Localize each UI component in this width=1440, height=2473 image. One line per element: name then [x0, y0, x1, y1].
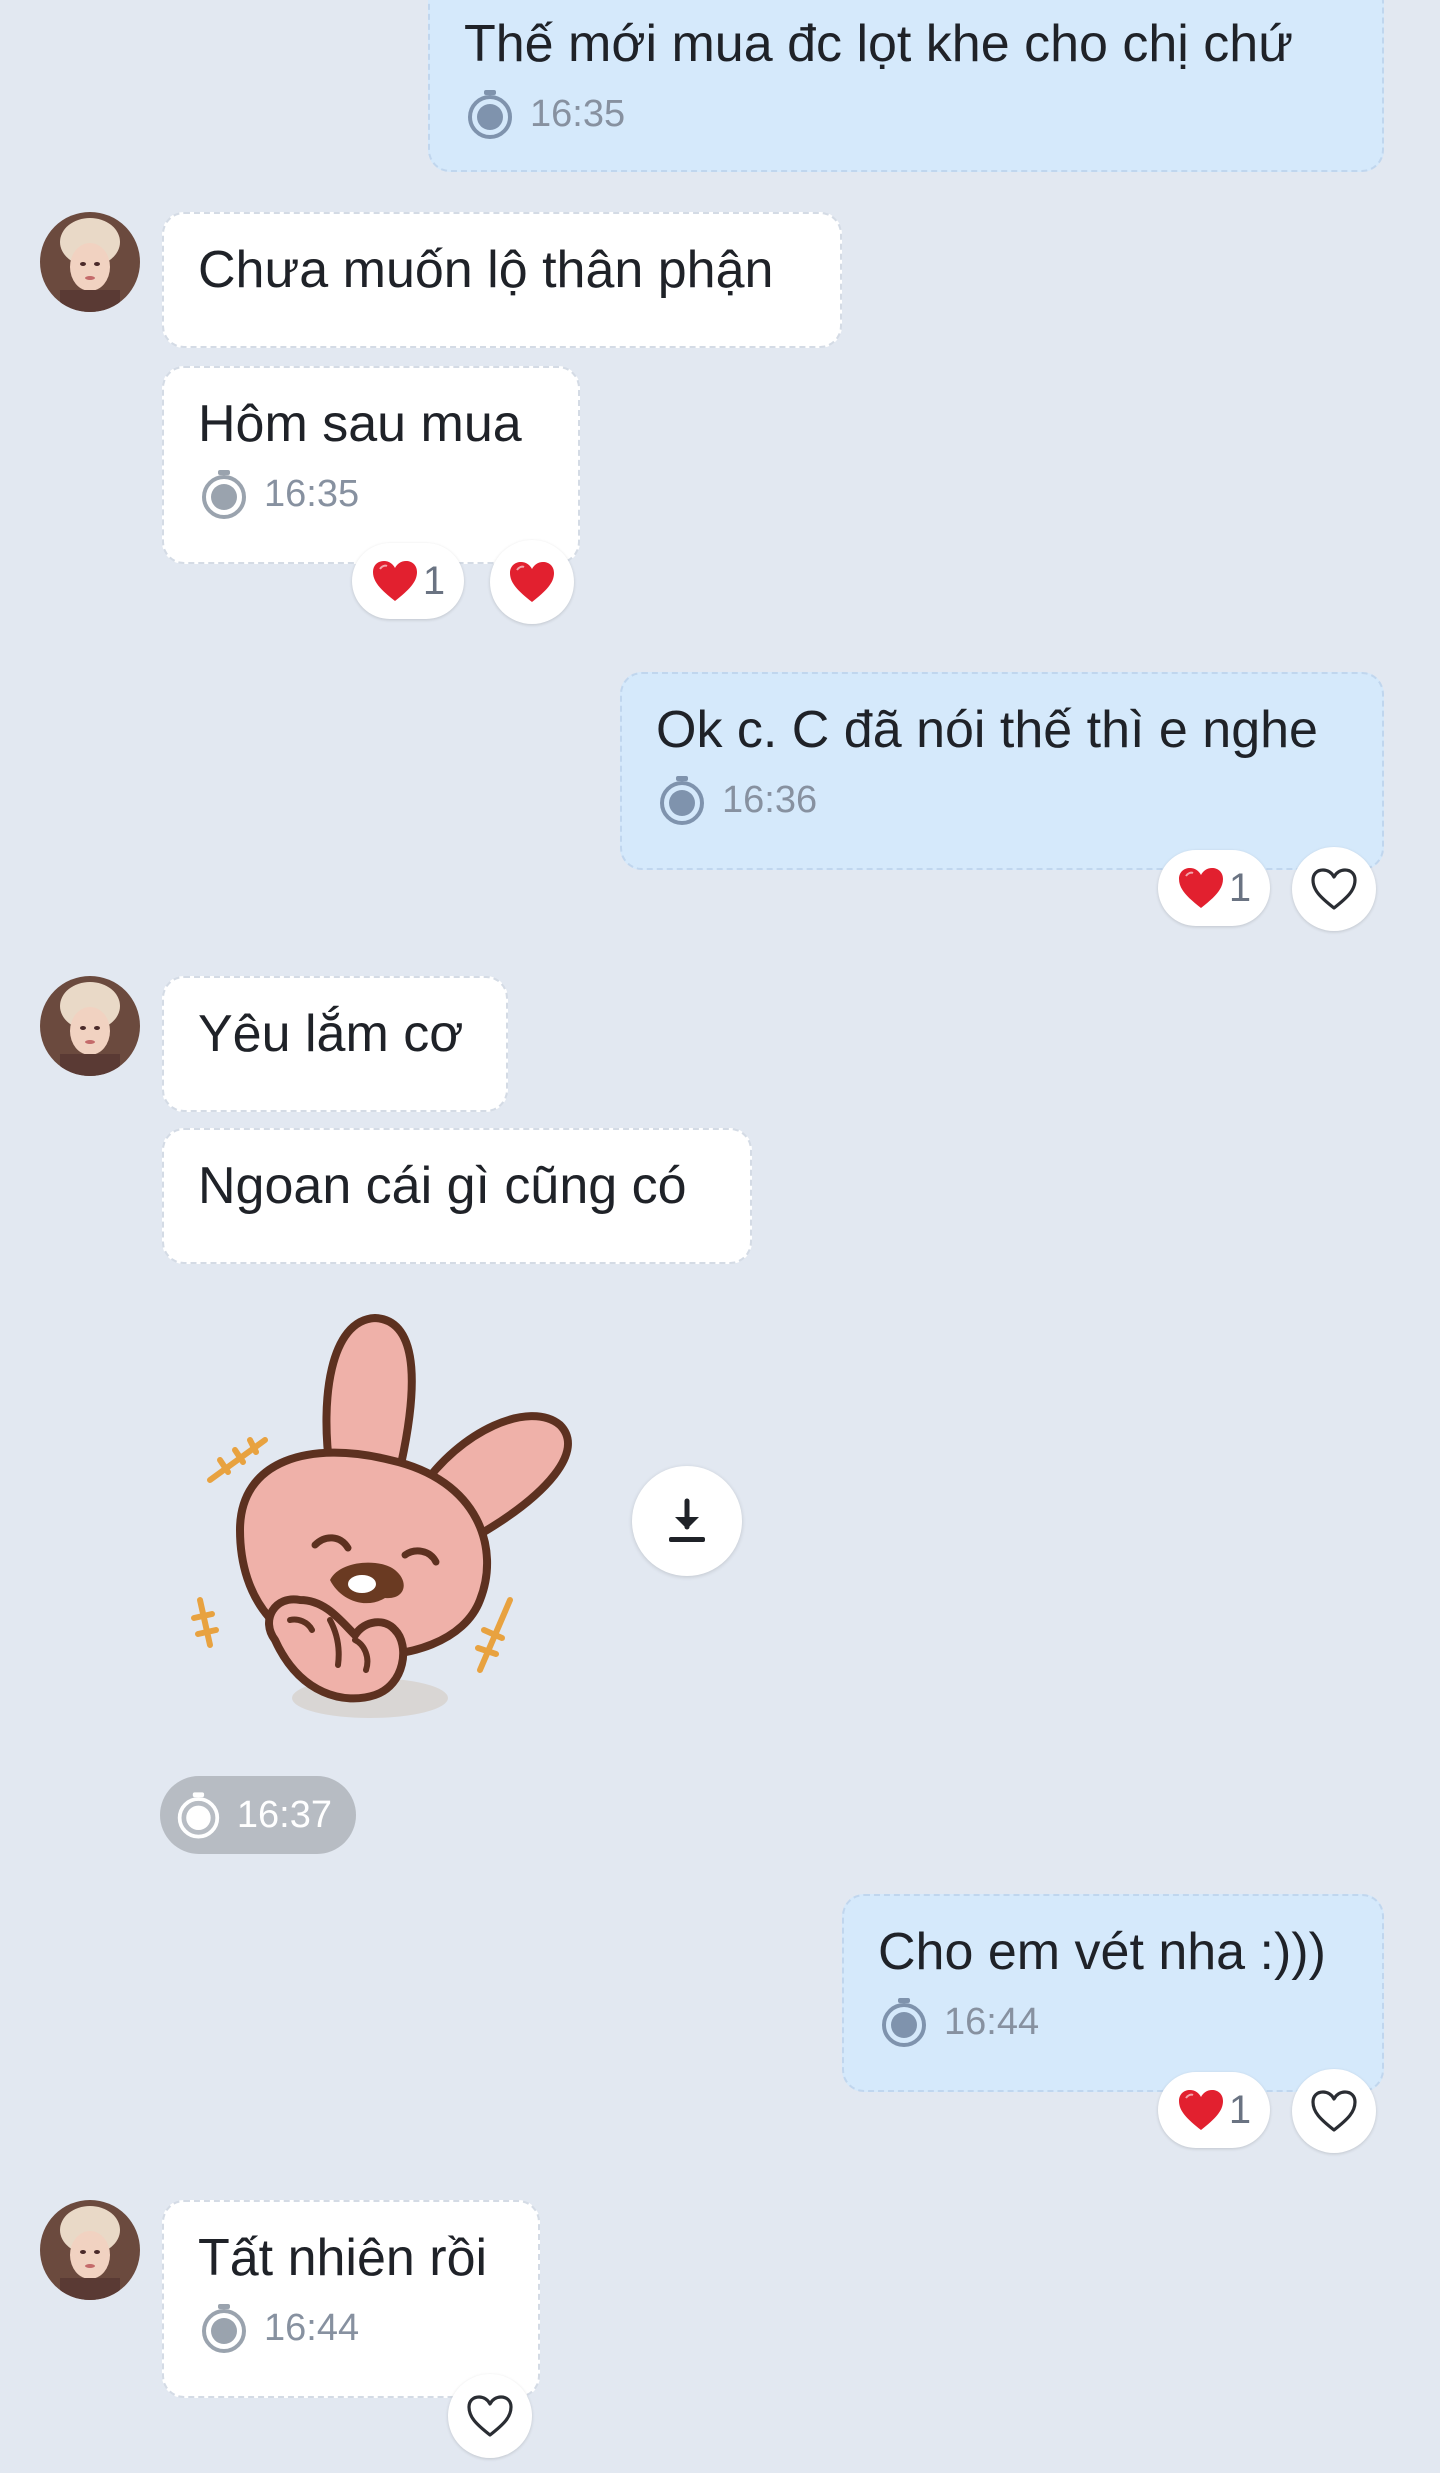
message-time: 16:35: [530, 92, 626, 135]
message-meta: 16:36: [656, 770, 1348, 830]
download-button[interactable]: [632, 1466, 742, 1576]
download-icon: [669, 1498, 705, 1542]
message-meta: 16:35: [464, 84, 1348, 144]
avatar-image: [40, 212, 140, 312]
react-button[interactable]: [1292, 847, 1376, 931]
message-time: 16:44: [944, 2000, 1040, 2043]
message-text: Yêu lắm cơ: [198, 1005, 464, 1063]
pink-bunny-sticker[interactable]: [180, 1300, 620, 1745]
stopwatch-icon: [198, 2302, 250, 2354]
stopwatch-icon: [878, 1996, 930, 2048]
reaction-count: 1: [1228, 865, 1252, 910]
message-text: Chưa muốn lộ thân phận: [198, 241, 774, 299]
reaction-count: 1: [1228, 2087, 1252, 2132]
react-button[interactable]: [490, 540, 574, 624]
reaction-count-badge[interactable]: 1: [1158, 850, 1270, 926]
message-meta: 16:35: [198, 464, 544, 524]
stopwatch-icon: [464, 88, 516, 140]
heart-outline-icon: [466, 2394, 514, 2438]
react-button[interactable]: [448, 2374, 532, 2458]
message-time: 16:36: [722, 778, 818, 821]
message-text: Cho em vét nha :))): [878, 1923, 1326, 1981]
reaction-count-badge[interactable]: 1: [352, 543, 464, 619]
message-text: Tất nhiên rồi: [198, 2229, 488, 2287]
stopwatch-icon: [198, 468, 250, 520]
message-bubble-outgoing[interactable]: Thế mới mua đc lọt khe cho chị chứ 16:35: [428, 0, 1384, 172]
message-text: Ngoan cái gì cũng có: [198, 1157, 687, 1215]
stopwatch-icon: [174, 1789, 223, 1841]
message-time: 16:44: [264, 2306, 360, 2349]
react-button[interactable]: [1292, 2069, 1376, 2153]
reaction-count: 1: [422, 558, 446, 603]
avatar[interactable]: [40, 2200, 140, 2300]
message-time: 16:37: [236, 1793, 332, 1836]
reaction-count-badge[interactable]: 1: [1158, 2072, 1270, 2148]
message-text: Ok c. C đã nói thế thì e nghe: [656, 701, 1318, 759]
chat-thread: Thế mới mua đc lọt khe cho chị chứ 16:35…: [0, 0, 1440, 2473]
message-bubble-incoming[interactable]: Yêu lắm cơ: [162, 976, 508, 1112]
message-meta: 16:44: [198, 2298, 504, 2358]
avatar[interactable]: [40, 212, 140, 312]
heart-outline-icon: [1310, 867, 1358, 911]
avatar-image: [40, 976, 140, 1076]
message-text: Thế mới mua đc lọt khe cho chị chứ: [464, 15, 1294, 73]
message-text: Hôm sau mua: [198, 395, 522, 453]
message-bubble-incoming[interactable]: Tất nhiên rồi 16:44: [162, 2200, 540, 2398]
heart-icon: [508, 560, 556, 604]
heart-icon: [1177, 2088, 1225, 2132]
message-bubble-outgoing[interactable]: Ok c. C đã nói thế thì e nghe 16:36: [620, 672, 1384, 870]
message-time: 16:35: [264, 472, 360, 515]
message-bubble-incoming[interactable]: Ngoan cái gì cũng có: [162, 1128, 752, 1264]
stopwatch-icon: [656, 774, 708, 826]
heart-icon: [1177, 866, 1225, 910]
sticker-time-badge: 16:37: [160, 1776, 356, 1854]
message-bubble-incoming[interactable]: Chưa muốn lộ thân phận: [162, 212, 842, 348]
message-bubble-outgoing[interactable]: Cho em vét nha :))) 16:44: [842, 1894, 1384, 2092]
avatar-image: [40, 2200, 140, 2300]
sticker-image: [191, 1314, 572, 1718]
avatar[interactable]: [40, 976, 140, 1076]
message-meta: 16:44: [878, 1992, 1348, 2052]
message-bubble-incoming[interactable]: Hôm sau mua 16:35: [162, 366, 580, 564]
heart-icon: [371, 559, 419, 603]
heart-outline-icon: [1310, 2089, 1358, 2133]
